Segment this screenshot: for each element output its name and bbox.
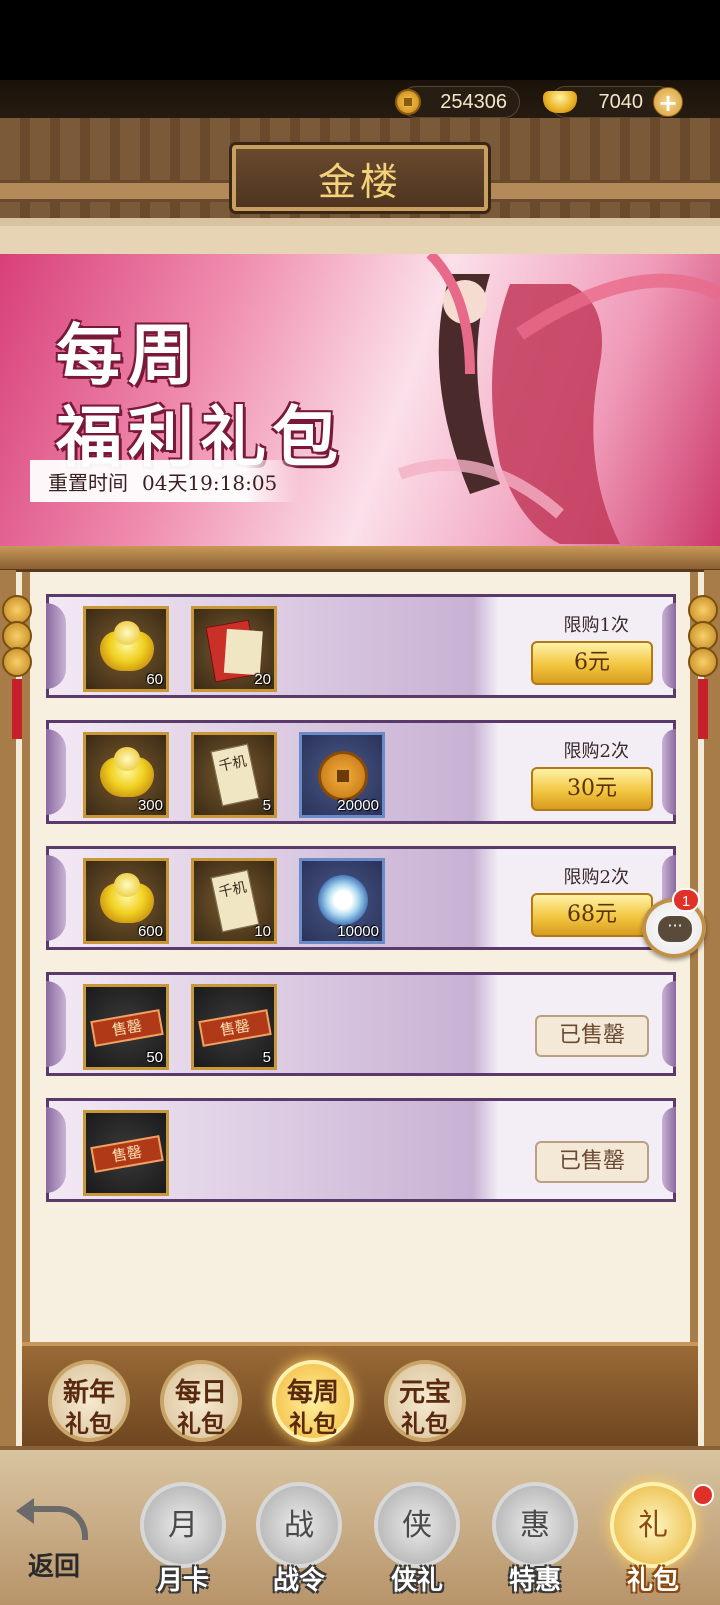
item-qty: 10 <box>254 923 271 940</box>
purchase-limit: 限购2次 <box>563 741 629 762</box>
buy-button[interactable]: 30元 <box>531 767 653 811</box>
back-label: 返回 <box>28 1552 81 1582</box>
scroll-text: 千机 <box>210 869 260 933</box>
sold-out-item-icon[interactable]: 售罄 50 <box>83 984 169 1070</box>
nav-glyph: 战 <box>284 1508 314 1543</box>
pack-row: 60 20 限购1次 6元 <box>46 594 676 698</box>
weekly-banner: 每周 福利礼包 重置时间 04天19:18:05 <box>0 254 720 546</box>
item-qty: 10000 <box>337 923 379 940</box>
sold-out-tag: 售罄 <box>198 1009 272 1047</box>
scroll-text: 千机 <box>210 743 260 807</box>
sold-out-tag: 售罄 <box>90 1009 164 1047</box>
nav-battle-pass[interactable]: 战 战令 <box>244 1476 354 1596</box>
dancer-illustration <box>397 254 720 544</box>
coin-balance-value: 254306 <box>440 90 507 113</box>
gift-pack-tabs: 新年 礼包 每日 礼包 每周 礼包 元宝 礼包 <box>22 1342 698 1446</box>
nav-glyph: 侠 <box>402 1508 432 1543</box>
tab-label: 礼包 <box>177 1409 225 1438</box>
qianji-scroll-icon[interactable]: 千机 5 <box>191 732 277 818</box>
back-button[interactable]: 返回 <box>16 1498 98 1582</box>
scroll-bundle-icon[interactable]: 20 <box>191 606 277 692</box>
item-qty: 20000 <box>337 797 379 814</box>
pack-row: 售罄 已售罄 <box>46 1098 676 1202</box>
status-area <box>0 0 720 80</box>
nav-glyph: 惠 <box>520 1508 550 1543</box>
nav-hero-gift[interactable]: 侠 侠礼 <box>362 1476 472 1596</box>
qianji-scroll-icon[interactable]: 千机 10 <box>191 858 277 944</box>
swirl-orb-icon[interactable]: 10000 <box>299 858 385 944</box>
gold-ingot-icon[interactable]: 600 <box>83 858 169 944</box>
roof-trim <box>0 226 720 254</box>
tab-weekly-pack[interactable]: 每周 礼包 <box>272 1360 354 1442</box>
pack-row: 售罄 50 售罄 5 已售罄 <box>46 972 676 1076</box>
panel-header-beam <box>0 546 720 572</box>
tab-ingot-pack[interactable]: 元宝 礼包 <box>384 1360 466 1442</box>
title-plaque: 金楼 <box>232 145 488 211</box>
item-qty: 600 <box>137 923 163 940</box>
nav-glyph: 礼 <box>638 1508 668 1543</box>
purchase-limit: 限购1次 <box>563 615 629 636</box>
nav-monthly-card[interactable]: 月 月卡 <box>128 1476 238 1596</box>
nav-label: 礼包 <box>626 1566 679 1596</box>
chat-bubble-icon: ··· <box>658 916 692 942</box>
gold-ingot-icon[interactable]: 300 <box>83 732 169 818</box>
tab-daily-pack[interactable]: 每日 礼包 <box>160 1360 242 1442</box>
reset-label: 重置时间 <box>48 470 128 495</box>
reset-time: 04天19:18:05 <box>142 470 278 495</box>
tab-label: 礼包 <box>289 1409 337 1438</box>
ingot-balance: 7040 + <box>543 86 683 118</box>
notification-dot <box>692 1484 714 1506</box>
tab-new-year-pack[interactable]: 新年 礼包 <box>48 1360 130 1442</box>
back-arrow-icon <box>16 1498 88 1540</box>
sold-out-button: 已售罄 <box>535 1015 649 1057</box>
chat-unread-badge: 1 <box>672 888 700 912</box>
sold-out-button: 已售罄 <box>535 1141 649 1183</box>
pack-row: 600 千机 10 10000 限购2次 68元 <box>46 846 676 950</box>
gold-ingot-icon[interactable]: 60 <box>83 606 169 692</box>
coin-icon <box>395 89 421 115</box>
bronze-coin-icon[interactable]: 20000 <box>299 732 385 818</box>
nav-label: 战令 <box>272 1566 325 1596</box>
buy-button[interactable]: 6元 <box>531 641 653 685</box>
nav-label: 特惠 <box>508 1566 561 1596</box>
purchase-limit: 限购2次 <box>563 867 629 888</box>
gold-ingot-icon <box>543 91 577 113</box>
item-qty: 5 <box>262 1049 271 1066</box>
item-qty: 50 <box>146 1049 163 1066</box>
item-qty: 300 <box>137 797 163 814</box>
reset-timer: 重置时间 04天19:18:05 <box>30 460 300 502</box>
tab-label: 礼包 <box>65 1409 113 1438</box>
sold-out-tag: 售罄 <box>90 1135 164 1173</box>
add-currency-button[interactable]: + <box>653 87 683 117</box>
buy-button[interactable]: 68元 <box>531 893 653 937</box>
sold-out-item-icon[interactable]: 售罄 <box>83 1110 169 1196</box>
nav-label: 侠礼 <box>390 1566 443 1596</box>
ingot-balance-value: 7040 <box>598 90 644 113</box>
item-qty: 5 <box>262 797 271 814</box>
item-qty: 60 <box>146 671 163 688</box>
left-coin-chain <box>2 595 32 739</box>
pack-row: 300 千机 5 20000 限购2次 30元 <box>46 720 676 824</box>
tab-label: 礼包 <box>401 1409 449 1438</box>
sold-out-item-icon[interactable]: 售罄 5 <box>191 984 277 1070</box>
right-coin-chain <box>688 595 718 739</box>
page-title: 金楼 <box>317 159 402 204</box>
coin-balance: 254306 <box>395 86 520 118</box>
nav-glyph: 月 <box>168 1508 198 1543</box>
nav-special-offer[interactable]: 惠 特惠 <box>480 1476 590 1596</box>
item-qty: 20 <box>254 671 271 688</box>
nav-label: 月卡 <box>156 1566 209 1596</box>
